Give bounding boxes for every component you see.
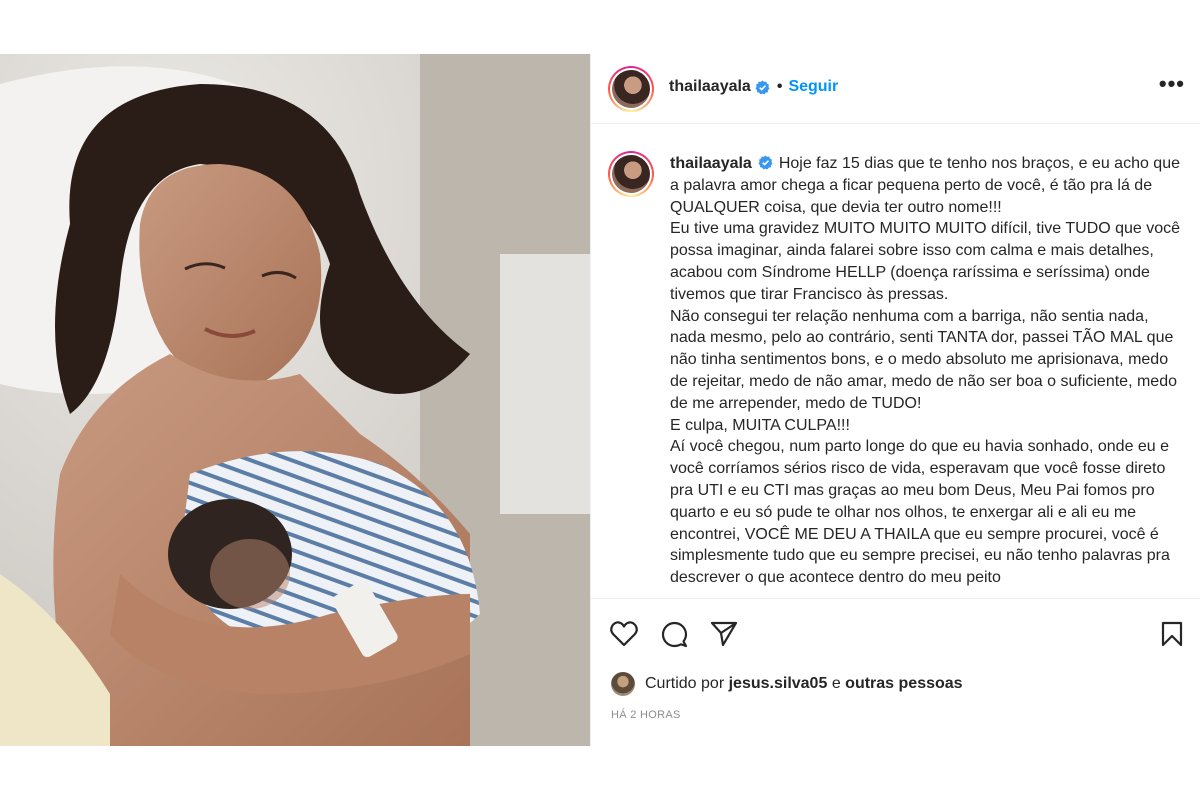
verified-badge-icon <box>755 79 770 94</box>
verified-badge-icon <box>758 155 773 170</box>
separator-dot: • <box>776 78 783 95</box>
comment-icon[interactable] <box>661 621 688 648</box>
author-avatar[interactable] <box>608 66 654 112</box>
likes-prefix: Curtido por <box>645 675 725 692</box>
more-options-button[interactable]: ••• <box>1159 73 1185 95</box>
liker-username[interactable]: jesus.silva05 <box>729 675 828 693</box>
post-details-panel: thailaayala • Seguir ••• thailaayala Hoj… <box>590 54 1200 746</box>
post-timestamp[interactable]: HÁ 2 HORAS <box>611 709 681 721</box>
post-header: thailaayala • Seguir ••• <box>591 54 1200 124</box>
heart-icon[interactable] <box>610 621 638 647</box>
caption-body: Hoje faz 15 dias que te tenho nos braços… <box>670 155 1181 587</box>
header-author-row: thailaayala • Seguir <box>669 78 838 96</box>
follow-button[interactable]: Seguir <box>788 78 838 96</box>
caption: thailaayala Hoje faz 15 dias que te tenh… <box>670 153 1182 589</box>
post-actions-section: Curtido por jesus.silva05 e outras pesso… <box>591 598 1200 746</box>
post-photo[interactable] <box>0 54 590 746</box>
bookmark-icon[interactable] <box>1161 621 1183 647</box>
likes-others-link[interactable]: outras pessoas <box>845 675 962 693</box>
paper-plane-icon[interactable] <box>710 621 738 647</box>
caption-username[interactable]: thailaayala <box>670 155 752 172</box>
likes-summary: Curtido por jesus.silva05 e outras pesso… <box>611 672 963 696</box>
caption-scroll-area[interactable]: thailaayala Hoje faz 15 dias que te tenh… <box>591 125 1200 597</box>
caption-author-avatar[interactable] <box>608 151 654 197</box>
header-username[interactable]: thailaayala <box>669 78 751 96</box>
likes-conjunction: e <box>831 675 841 692</box>
liker-avatar[interactable] <box>611 672 635 696</box>
